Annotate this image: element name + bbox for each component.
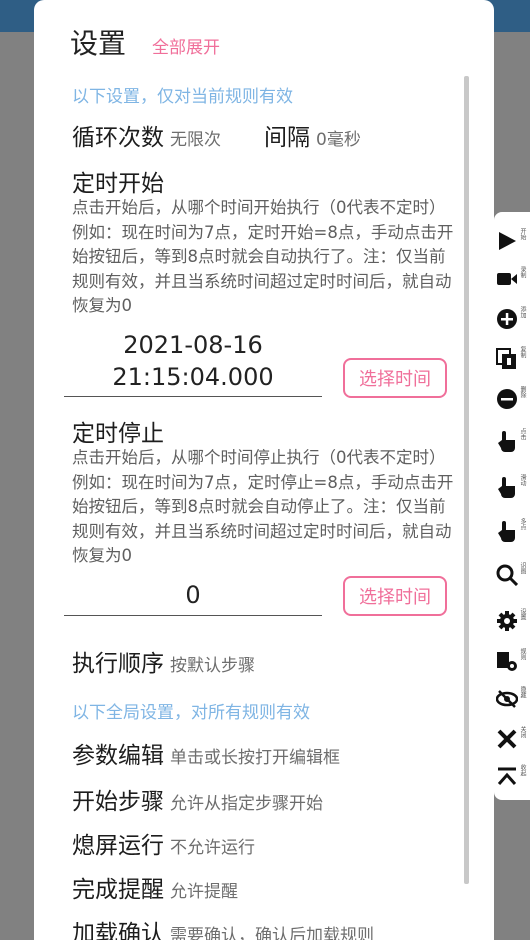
timed-start-value[interactable]: 2021-08-16 21:15:04.000 [64,329,322,393]
multi-tap-icon [498,521,515,542]
finish-remind-setting[interactable]: 完成提醒 允许提醒 [72,870,238,904]
tool-label: 关闭 [519,726,526,738]
timed-start-description: 点击开始后，从哪个时间开始执行（0代表不定时）例如：现在时间为7点，定时开始=8… [72,198,454,315]
remove-icon [497,389,517,409]
param-edit-value: 单击或长按打开编辑框 [170,748,340,768]
timed-start-time: 21:15:04.000 [112,363,274,391]
add-icon [497,309,517,329]
tool-add[interactable]: 添加 [494,302,530,336]
recognize-icon [496,564,518,586]
interval-value: 0毫秒 [316,130,361,150]
scrollbar[interactable] [464,76,469,884]
collapse-icon [497,767,517,785]
tool-close[interactable]: 关闭 [494,722,530,756]
tool-label: 识图 [519,562,526,574]
record-icon [497,273,517,285]
start-step-label: 开始步骤 [72,789,164,815]
tool-swipe[interactable]: 滑动 [494,470,530,504]
load-confirm-label: 加载确认 [72,921,164,940]
play-icon [499,232,516,250]
tool-label: 删除 [519,386,526,398]
timed-stop-underline [64,615,322,616]
tool-label: 开始 [519,228,526,240]
timed-stop-value[interactable]: 0 [64,579,322,611]
timed-start-date: 2021-08-16 [123,331,263,359]
tool-label: 滑动 [519,474,526,486]
tool-remove[interactable]: 删除 [494,382,530,416]
tool-collapse[interactable]: 收起 [494,760,530,794]
screen-off-setting[interactable]: 熄屏运行 不允许运行 [72,826,255,860]
tool-label: 添加 [519,306,526,318]
timed-stop-pick-button[interactable]: 选择时间 [343,576,447,616]
interval-setting[interactable]: 间隔 0毫秒 [264,118,361,152]
hide-icon [496,690,518,708]
tool-label: 多点 [519,518,526,530]
screen-off-label: 熄屏运行 [72,833,164,859]
tool-multi-tap[interactable]: 多点 [494,514,530,548]
start-step-setting[interactable]: 开始步骤 允许从指定步骤开始 [72,782,323,816]
exec-order-label: 执行顺序 [72,651,164,677]
loop-count-label: 循环次数 [72,125,164,151]
start-step-value: 允许从指定步骤开始 [170,794,323,814]
timed-stop-label: 定时停止 [72,421,164,447]
rules-icon [497,652,517,671]
swipe-icon [498,477,515,498]
tool-record[interactable]: 录制 [494,262,530,296]
current-rule-section-header: 以下设置，仅对当前规则有效 [72,87,293,107]
tool-tap[interactable]: 点击 [494,424,530,458]
exec-order-setting[interactable]: 执行顺序 按默认步骤 [72,644,255,678]
tool-copy[interactable]: 复制 [494,342,530,376]
tool-label: 复制 [519,346,526,358]
finish-remind-value: 允许提醒 [170,882,238,902]
tool-settings[interactable]: 设置 [494,604,530,638]
expand-all-link[interactable]: 全部展开 [152,33,220,58]
timed-stop-description: 点击开始后，从哪个时间停止执行（0代表不定时）例如：现在时间为7点，定时停止=8… [72,448,454,565]
finish-remind-label: 完成提醒 [72,877,164,903]
tool-recognize[interactable]: 识图 [494,558,530,592]
tool-label: 点击 [519,428,526,440]
tool-label: 隐藏 [519,686,526,698]
settings-icon [497,611,517,631]
copy-icon [496,348,516,369]
loop-count-setting[interactable]: 循环次数 无限次 [72,118,221,152]
tool-play[interactable]: 开始 [494,224,530,258]
settings-dialog: 设置 全部展开 以下设置，仅对当前规则有效 循环次数 无限次 间隔 0毫秒 定时开始… [34,0,494,940]
tap-icon [498,431,515,452]
global-section-header: 以下全局设置，对所有规则有效 [72,703,310,723]
loop-count-value: 无限次 [170,130,221,150]
tool-label: 设置 [519,608,526,620]
floating-tool-panel: 开始 录制 添加 复制 删除 点击 滑动 多点 识图 设置 规则 隐藏 关闭 收… [494,212,530,800]
timed-start-label: 定时开始 [72,171,164,197]
tool-hide[interactable]: 隐藏 [494,682,530,716]
param-edit-label: 参数编辑 [72,743,164,769]
tool-label: 收起 [519,764,526,776]
screen-off-value: 不允许运行 [170,838,255,858]
tool-label: 规则 [519,648,526,660]
close-icon [497,729,517,749]
exec-order-value: 按默认步骤 [170,656,255,676]
dialog-title: 设置 [70,27,127,60]
timed-start-pick-button[interactable]: 选择时间 [343,358,447,398]
interval-label: 间隔 [264,125,310,151]
tool-rules[interactable]: 规则 [494,644,530,678]
param-edit-setting[interactable]: 参数编辑 单击或长按打开编辑框 [72,736,340,770]
tool-label: 录制 [519,266,526,278]
load-confirm-value: 需要确认，确认后加载规则 [170,926,374,940]
timed-start-underline [64,396,322,397]
load-confirm-setting[interactable]: 加载确认 需要确认，确认后加载规则 [72,914,374,940]
